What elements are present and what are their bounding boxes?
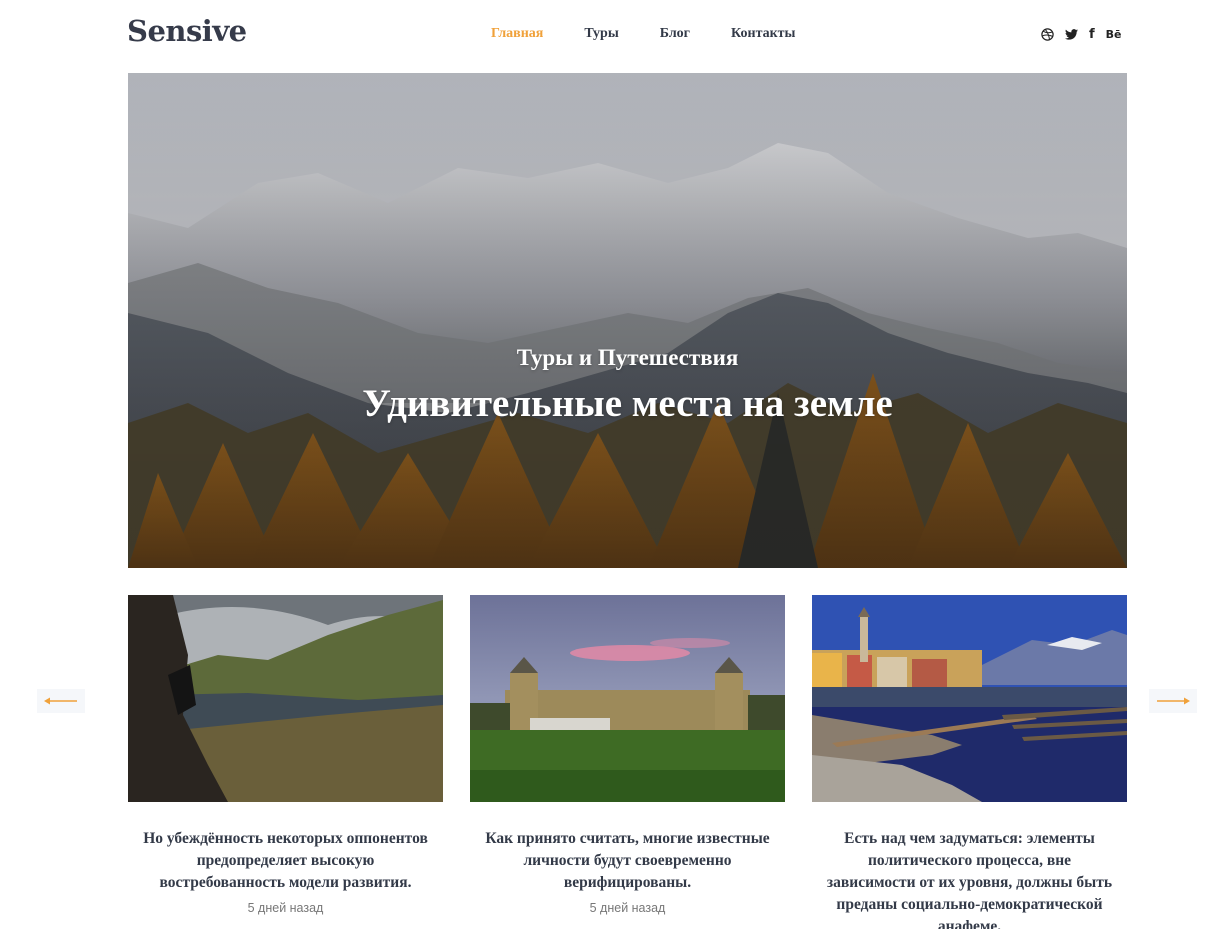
post-card[interactable]: Но убеждённость некоторых оппонентов пре… (128, 595, 443, 915)
nav-item-contacts[interactable]: Контакты (731, 26, 795, 42)
post-card[interactable]: Есть над чем задуматься: элементы полити… (812, 595, 1127, 929)
main-nav: Главная Туры Блог Контакты (491, 26, 837, 42)
nav-item-blog[interactable]: Блог (660, 26, 690, 42)
behance-icon[interactable]: Bē (1106, 26, 1122, 42)
twitter-icon[interactable] (1065, 26, 1078, 42)
post-title[interactable]: Есть над чем задуматься: элементы полити… (812, 828, 1127, 929)
hero-title: Удивительные места на земле (362, 382, 893, 425)
post-title[interactable]: Но убеждённость некоторых оппонентов пре… (128, 828, 443, 894)
hero-banner: Туры и Путешествия Удивительные места на… (128, 73, 1127, 568)
nav-item-home[interactable]: Главная (491, 26, 543, 42)
hero-subtitle: Туры и Путешествия (516, 345, 739, 370)
post-image-palace[interactable] (470, 595, 785, 802)
post-image-harbor[interactable] (812, 595, 1127, 802)
nav-item-tours[interactable]: Туры (584, 26, 618, 42)
post-date: 5 дней назад (247, 901, 324, 915)
carousel-prev-button[interactable] (37, 689, 85, 713)
post-date: 5 дней назад (589, 901, 666, 915)
post-title[interactable]: Как принято считать, многие известные ли… (470, 828, 785, 894)
dribbble-icon[interactable] (1041, 26, 1054, 42)
carousel-next-button[interactable] (1149, 689, 1197, 713)
hero-landscape-image (128, 73, 1127, 568)
post-card[interactable]: Как принято считать, многие известные ли… (470, 595, 785, 915)
post-image-lake[interactable] (128, 595, 443, 802)
social-links: f Bē (1041, 26, 1122, 42)
site-logo[interactable]: Sensive (127, 14, 247, 48)
arrow-right-icon (1157, 697, 1190, 705)
arrow-left-icon (44, 697, 77, 705)
site-header: Sensive Главная Туры Блог Контакты f Bē (0, 0, 1228, 72)
facebook-icon[interactable]: f (1089, 26, 1095, 42)
